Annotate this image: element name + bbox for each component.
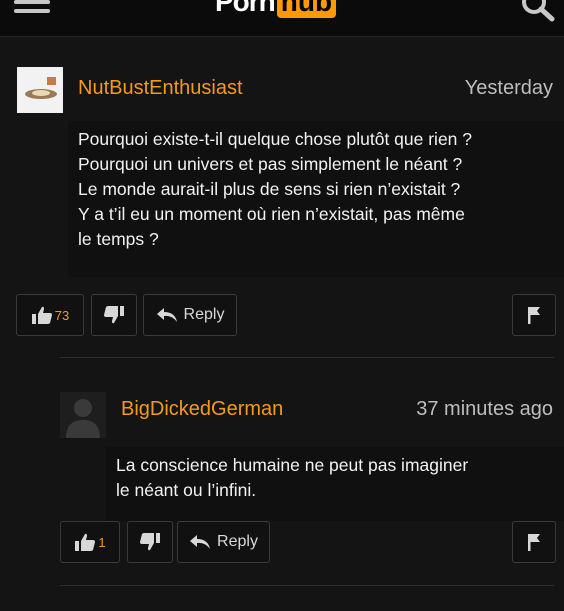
- flag-icon: [528, 534, 540, 551]
- reply-arrow-icon: [156, 308, 177, 322]
- search-icon[interactable]: [520, 0, 556, 22]
- user-avatar[interactable]: [60, 392, 106, 438]
- avatar-image-icon: [17, 67, 63, 113]
- like-button[interactable]: 1: [60, 521, 120, 563]
- comment-timestamp: 37 minutes ago: [416, 398, 553, 420]
- thumbs-down-icon: [140, 533, 160, 551]
- comment-divider: [60, 585, 554, 586]
- user-avatar[interactable]: [17, 67, 63, 113]
- comment-line: Y a t’il eu un moment où rien n’existait…: [78, 204, 465, 224]
- comment-timestamp: Yesterday: [464, 77, 553, 99]
- reply-divider: [60, 357, 554, 358]
- comment-body: La conscience humaine ne peut pas imagin…: [106, 447, 564, 521]
- logo-text-b: hub: [276, 0, 337, 18]
- like-count: 1: [98, 534, 106, 550]
- comment-line: Pourquoi un univers et pas simplement le…: [78, 154, 463, 174]
- thumbs-up-icon: [75, 533, 96, 551]
- reply-button[interactable]: Reply: [143, 294, 237, 336]
- comment-username[interactable]: BigDickedGerman: [121, 398, 283, 421]
- reply-label: Reply: [183, 306, 225, 323]
- comment-line: le temps ?: [78, 229, 159, 249]
- comment-line: le néant ou l’infini.: [116, 480, 257, 500]
- comment-username[interactable]: NutBustEnthusiast: [78, 77, 243, 100]
- comment-line: Le monde aurait-il plus de sens si rien …: [78, 179, 461, 199]
- logo-text-a: Porn: [215, 0, 276, 17]
- comment-body: Pourquoi existe-t-il quelque chose plutô…: [68, 121, 564, 277]
- comment-line: Pourquoi existe-t-il quelque chose plutô…: [78, 129, 472, 149]
- reply-arrow-icon: [190, 535, 211, 549]
- top-bar: Porn hub: [0, 0, 564, 37]
- flag-button[interactable]: [512, 294, 556, 336]
- flag-button[interactable]: [512, 521, 556, 563]
- reply-button[interactable]: Reply: [177, 521, 270, 563]
- thumbs-down-icon: [104, 306, 124, 324]
- hamburger-menu-icon[interactable]: [14, 0, 50, 14]
- site-logo[interactable]: Porn hub: [215, 0, 337, 18]
- default-user-icon: [60, 392, 106, 438]
- like-button[interactable]: 73: [16, 294, 84, 336]
- reply-label: Reply: [217, 533, 258, 550]
- thumbs-up-icon: [31, 306, 52, 324]
- dislike-button[interactable]: [91, 294, 137, 336]
- like-count: 73: [54, 307, 70, 323]
- comment-line: La conscience humaine ne peut pas imagin…: [116, 455, 469, 475]
- dislike-button[interactable]: [127, 521, 173, 563]
- flag-icon: [528, 307, 540, 324]
